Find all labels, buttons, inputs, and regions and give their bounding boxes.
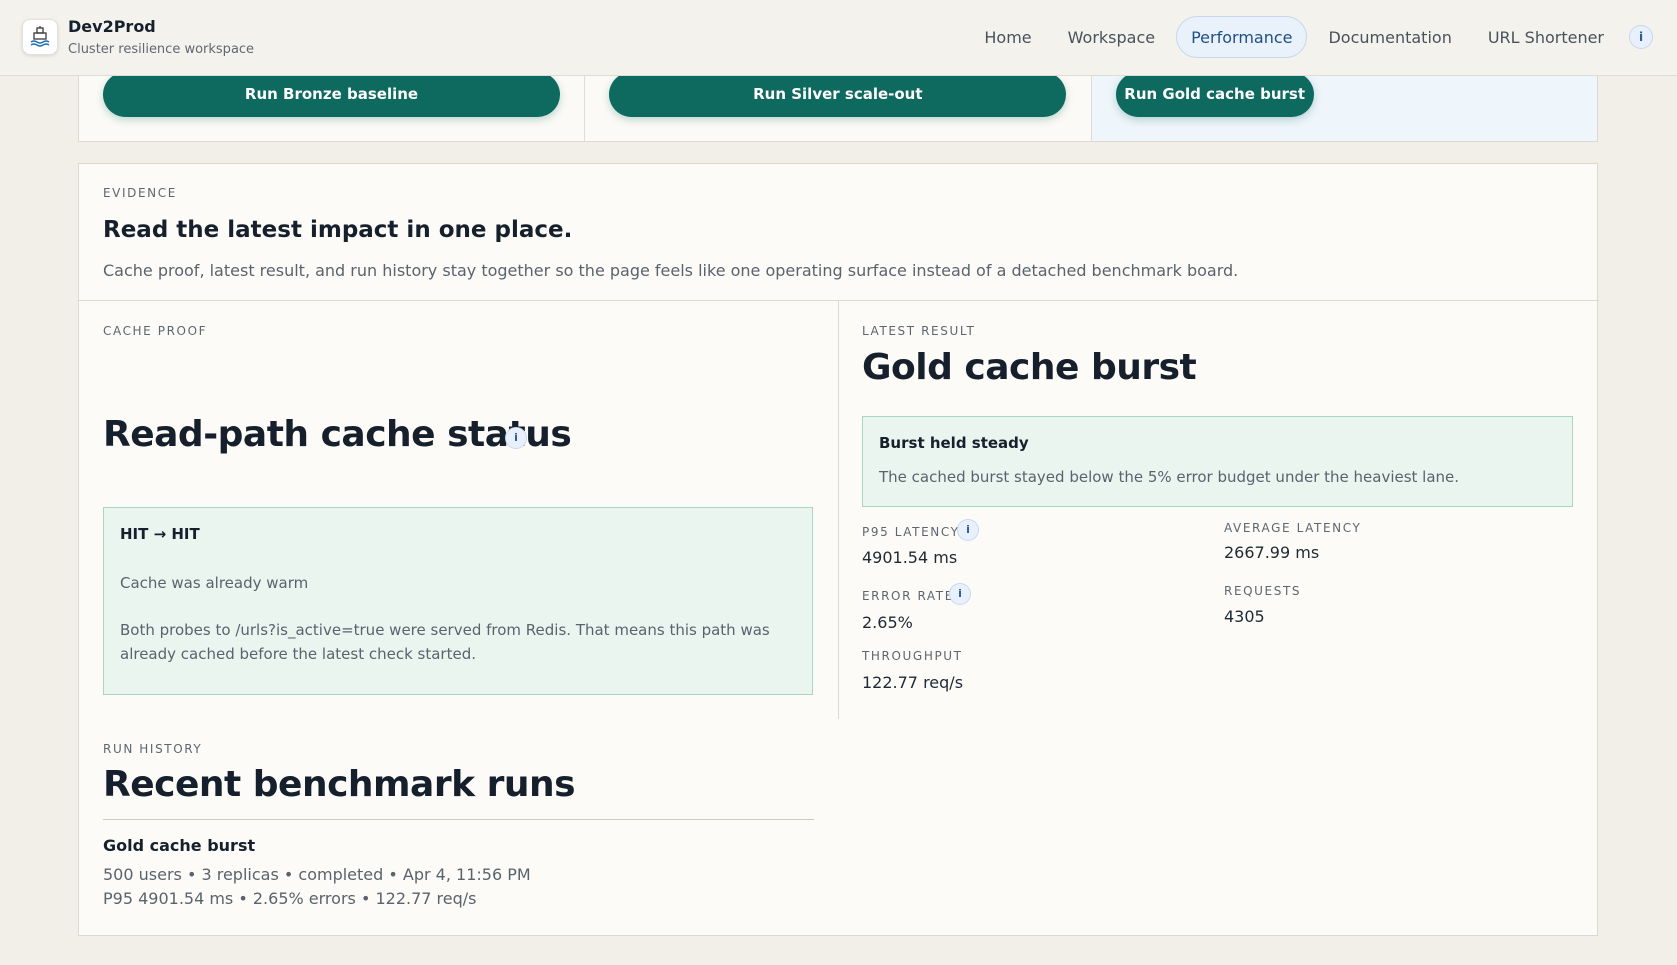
- latest-result-title: Gold cache burst: [862, 347, 1197, 388]
- main-nav: Home Workspace Performance Documentation…: [963, 16, 1653, 58]
- run-gold-button[interactable]: Run Gold cache burst: [1115, 72, 1314, 117]
- error-rate-value: 2.65%: [862, 613, 913, 632]
- run-history-item-meta: 500 users • 3 replicas • completed • Apr…: [103, 865, 531, 884]
- top-bar: Dev2Prod Cluster resilience workspace Ho…: [0, 0, 1677, 76]
- nav-workspace[interactable]: Workspace: [1053, 16, 1170, 58]
- run-history-item-stats: P95 4901.54 ms • 2.65% errors • 122.77 r…: [103, 889, 477, 908]
- run-history-eyebrow: Run history: [103, 742, 203, 756]
- app-name: Dev2Prod: [68, 17, 156, 36]
- p95-info-icon[interactable]: i: [957, 519, 979, 541]
- p95-latency-value: 4901.54 ms: [862, 548, 958, 567]
- average-latency-label: Average Latency: [1224, 521, 1362, 535]
- nav-url-shortener[interactable]: URL Shortener: [1473, 16, 1619, 58]
- app-subtitle: Cluster resilience workspace: [68, 42, 255, 57]
- cache-proof-eyebrow: Cache proof: [103, 324, 208, 338]
- latest-result-eyebrow: Latest result: [862, 324, 976, 338]
- evidence-description: Cache proof, latest result, and run hist…: [103, 261, 1239, 280]
- result-notice-head: Burst held steady: [879, 434, 1029, 452]
- run-bronze-button[interactable]: Run Bronze baseline: [103, 72, 560, 117]
- error-rate-label: Error Rate: [862, 589, 954, 603]
- nav-performance[interactable]: Performance: [1176, 16, 1308, 58]
- run-silver-button[interactable]: Run Silver scale-out: [609, 72, 1067, 117]
- run-history-item-name[interactable]: Gold cache burst: [103, 836, 255, 855]
- cache-status-head: HIT → HIT: [120, 525, 200, 543]
- result-notice-box: Burst held steady The cached burst staye…: [862, 416, 1573, 507]
- column-divider: [838, 301, 839, 719]
- cache-status-box: HIT → HIT Cache was already warm Both pr…: [103, 507, 813, 695]
- nav-home[interactable]: Home: [969, 16, 1046, 58]
- error-rate-info-icon[interactable]: i: [949, 583, 971, 605]
- evidence-title: Read the latest impact in one place.: [103, 217, 573, 243]
- evidence-card: Evidence Read the latest impact in one p…: [78, 163, 1599, 936]
- run-history-divider: [103, 819, 814, 820]
- section-divider: [79, 300, 1599, 301]
- requests-value: 4305: [1224, 607, 1265, 626]
- cache-proof-info-icon[interactable]: i: [505, 427, 527, 449]
- run-history-title: Recent benchmark runs: [103, 764, 576, 805]
- cache-status-body: Both probes to /urls?is_active=true were…: [120, 621, 770, 663]
- throughput-value: 122.77 req/s: [862, 673, 964, 692]
- result-notice-body: The cached burst stayed below the 5% err…: [879, 468, 1460, 486]
- average-latency-value: 2667.99 ms: [1224, 543, 1320, 562]
- throughput-label: Throughput: [862, 649, 963, 663]
- nav-info-icon[interactable]: i: [1629, 25, 1653, 49]
- app-logo[interactable]: [22, 19, 58, 55]
- nav-documentation[interactable]: Documentation: [1313, 16, 1466, 58]
- requests-label: Requests: [1224, 584, 1302, 598]
- cache-status-summary: Cache was already warm: [120, 574, 309, 592]
- p95-latency-label: P95 Latency: [862, 525, 960, 539]
- ship-wheel-icon: [30, 26, 50, 47]
- cache-proof-title: Read-path cache status: [103, 414, 572, 455]
- evidence-eyebrow: Evidence: [103, 186, 177, 200]
